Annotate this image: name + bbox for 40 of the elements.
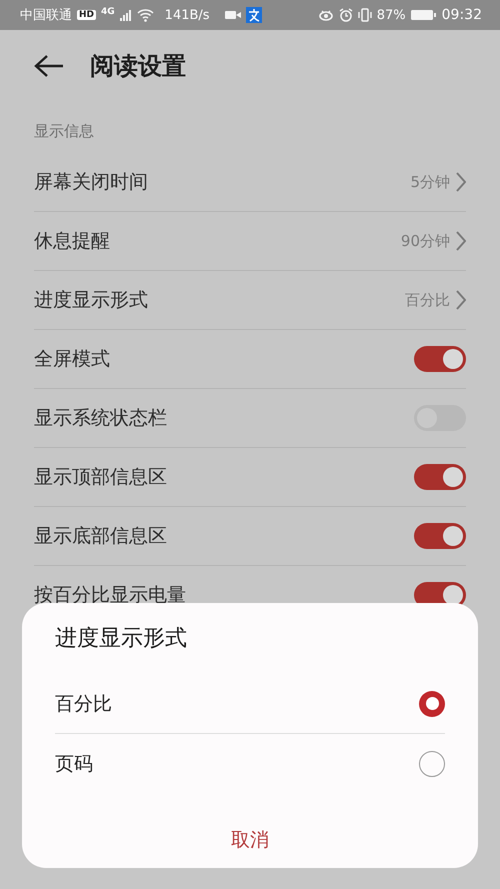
signal-icon — [120, 10, 132, 20]
setting-value: 90分钟 — [400, 232, 450, 250]
cancel-button[interactable]: 取消 — [221, 821, 279, 859]
eye-icon — [318, 9, 334, 21]
radio-button[interactable] — [419, 750, 445, 776]
radio-button[interactable] — [419, 690, 445, 716]
setting-label: 按百分比显示电量 — [34, 583, 187, 608]
page-title: 阅读设置 — [90, 51, 186, 82]
clock-time: 09:32 — [442, 7, 482, 23]
setting-label: 全屏模式 — [34, 347, 111, 372]
battery-level: 87% — [376, 8, 406, 22]
video-camera-icon — [224, 10, 241, 20]
wifi-icon — [136, 8, 154, 22]
option-label[interactable]: 页码 — [55, 750, 419, 776]
back-arrow-icon[interactable] — [34, 54, 64, 78]
carrier-name: 中国联通 — [20, 7, 72, 24]
setting-label: 休息提醒 — [34, 229, 111, 254]
option-label[interactable]: 百分比 — [55, 690, 419, 716]
setting-value: 5分钟 — [410, 172, 450, 192]
setting-value: 百分比 — [405, 290, 450, 310]
toggle-switch[interactable] — [414, 346, 466, 372]
setting-label: 显示顶部信息区 — [34, 465, 168, 490]
chevron-right-icon[interactable] — [456, 290, 466, 310]
setting-label: 显示底部信息区 — [34, 524, 168, 549]
setting-label: 屏幕关闭时间 — [34, 170, 149, 195]
toggle-switch[interactable] — [414, 523, 466, 549]
vibrate-icon — [358, 8, 372, 22]
section-header: 显示信息 — [34, 122, 95, 142]
toggle-switch[interactable] — [414, 464, 466, 490]
network-type: 4G — [101, 7, 115, 17]
dialog-title: 进度显示形式 — [55, 625, 188, 653]
setting-label: 进度显示形式 — [34, 288, 149, 313]
alarm-icon — [338, 8, 353, 22]
battery-icon — [410, 9, 437, 21]
chevron-right-icon[interactable] — [456, 172, 466, 192]
chevron-right-icon[interactable] — [456, 231, 466, 251]
setting-label: 显示系统状态栏 — [34, 406, 168, 431]
app-icon — [246, 7, 262, 23]
network-speed: 141B/s — [164, 8, 210, 22]
hd-badge: HD — [77, 10, 96, 20]
